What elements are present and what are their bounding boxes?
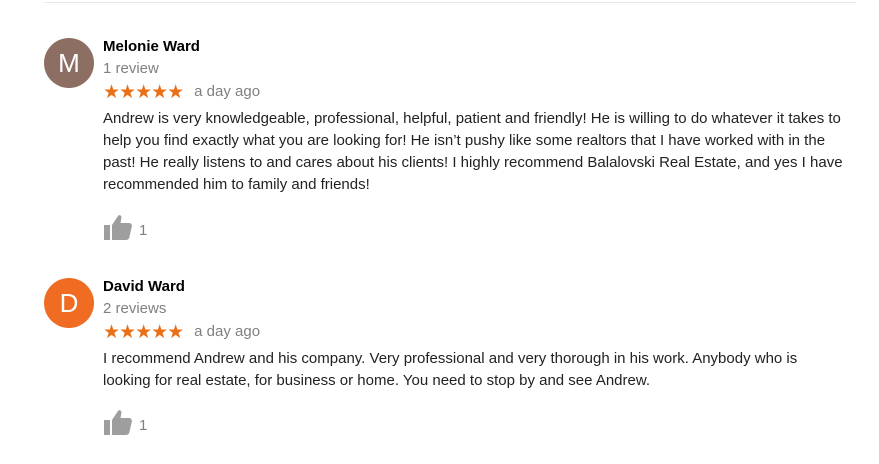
like-count: 1 bbox=[139, 222, 148, 239]
author-review-count[interactable]: 1 review bbox=[103, 60, 853, 78]
author-name[interactable]: David Ward bbox=[103, 278, 853, 297]
author-name[interactable]: Melonie Ward bbox=[103, 38, 853, 57]
top-divider bbox=[44, 2, 856, 3]
like-row: 1 bbox=[103, 408, 147, 436]
avatar[interactable]: M bbox=[44, 38, 94, 88]
rating-row: ★★★★★ a day ago bbox=[103, 82, 853, 102]
avatar[interactable]: D bbox=[44, 278, 94, 328]
thumbs-up-icon[interactable] bbox=[103, 213, 133, 241]
thumbs-up-icon[interactable] bbox=[103, 408, 133, 436]
review-time: a day ago bbox=[194, 323, 261, 340]
review-content: David Ward 2 reviews ★★★★★ a day ago I r… bbox=[103, 278, 853, 392]
review-text: I recommend Andrew and his company. Very… bbox=[103, 350, 798, 389]
review-time: a day ago bbox=[194, 83, 261, 100]
star-rating: ★★★★★ bbox=[103, 81, 184, 103]
like-count: 1 bbox=[139, 417, 148, 434]
author-review-count[interactable]: 2 reviews bbox=[103, 300, 853, 318]
rating-row: ★★★★★ a day ago bbox=[103, 322, 853, 342]
review-content: Melonie Ward 1 review ★★★★★ a day ago An… bbox=[103, 38, 853, 196]
star-rating: ★★★★★ bbox=[103, 321, 184, 343]
like-row: 1 bbox=[103, 213, 147, 241]
review-text: Andrew is very knowledgeable, profession… bbox=[103, 110, 843, 193]
